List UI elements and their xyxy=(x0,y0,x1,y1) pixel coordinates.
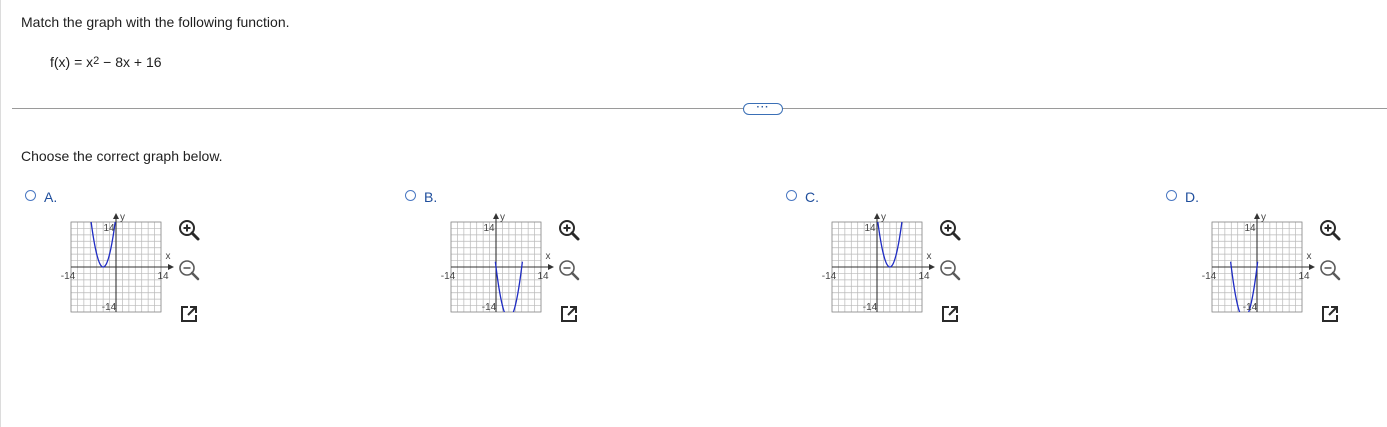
zoom-out-icon xyxy=(179,260,200,281)
option-d-radio[interactable] xyxy=(1166,190,1177,201)
option-d-graph: -14 14 x 14 -14 y xyxy=(1202,213,1315,313)
option-c-radio[interactable] xyxy=(786,190,797,201)
open-new-window-button[interactable] xyxy=(938,302,962,326)
x-axis-label: x xyxy=(166,251,171,262)
option-c: C. -14 14 x 14 -14 y xyxy=(786,186,996,336)
zoom-out-icon xyxy=(940,260,961,281)
y-max-label: 14 xyxy=(864,223,876,234)
option-a-radio[interactable] xyxy=(25,190,36,201)
x-axis-label: x xyxy=(927,251,932,262)
open-new-window-icon xyxy=(1322,306,1338,322)
y-axis-label: y xyxy=(1261,213,1266,223)
open-new-window-icon xyxy=(942,306,958,322)
y-max-label: 14 xyxy=(1244,223,1256,234)
x-max-label: 14 xyxy=(537,271,549,282)
option-b-radio[interactable] xyxy=(405,190,416,201)
zoom-in-icon xyxy=(179,220,200,241)
zoom-in-button[interactable] xyxy=(938,218,962,242)
option-b: B. -14 14 x 14 -14 y xyxy=(405,186,615,336)
function-exponent: 2 xyxy=(93,55,100,67)
y-min-label: -14 xyxy=(863,302,878,313)
zoom-in-button[interactable] xyxy=(177,218,201,242)
x-min-label: -14 xyxy=(61,271,76,282)
x-axis-arrow xyxy=(168,264,174,270)
left-border xyxy=(0,0,1,427)
zoom-out-button[interactable] xyxy=(938,258,962,282)
zoom-out-button[interactable] xyxy=(1318,258,1342,282)
y-min-label: -14 xyxy=(1243,302,1258,313)
open-new-window-button[interactable] xyxy=(1318,302,1342,326)
zoom-out-icon xyxy=(1320,260,1341,281)
option-c-label[interactable]: C. xyxy=(805,189,819,205)
function-expression: f(x) = x2 − 8x + 16 xyxy=(50,54,162,70)
open-new-window-icon xyxy=(561,306,577,322)
function-prefix: f(x) = x xyxy=(50,54,94,70)
zoom-in-icon xyxy=(559,220,580,241)
open-new-window-button[interactable] xyxy=(177,302,201,326)
option-b-label[interactable]: B. xyxy=(424,189,437,205)
zoom-in-button[interactable] xyxy=(1318,218,1342,242)
y-max-label: 14 xyxy=(103,223,115,234)
y-axis-arrow xyxy=(113,213,119,219)
y-min-label: -14 xyxy=(102,302,117,313)
x-max-label: 14 xyxy=(918,271,930,282)
option-d-label[interactable]: D. xyxy=(1185,189,1199,205)
option-a-graph: -14 14 x 14 -14 y xyxy=(61,213,174,313)
zoom-out-icon xyxy=(559,260,580,281)
x-min-label: -14 xyxy=(1202,271,1217,282)
question-text: Match the graph with the following funct… xyxy=(21,14,290,30)
x-axis-arrow xyxy=(929,264,935,270)
zoom-out-button[interactable] xyxy=(177,258,201,282)
open-new-window-icon xyxy=(181,306,197,322)
x-max-label: 14 xyxy=(1298,271,1310,282)
y-axis-label: y xyxy=(500,213,505,223)
x-max-label: 14 xyxy=(157,271,169,282)
x-axis-label: x xyxy=(546,251,551,262)
y-axis-label: y xyxy=(881,213,886,223)
option-d: D. -14 14 x 14 -14 y xyxy=(1166,186,1376,336)
section-divider xyxy=(12,108,1387,109)
x-axis-arrow xyxy=(548,264,554,270)
function-suffix: − 8x + 16 xyxy=(99,54,162,70)
option-a: A. -14 14 x 14 -14 y xyxy=(25,186,235,336)
option-b-graph: -14 14 x 14 -14 y xyxy=(441,213,554,313)
x-min-label: -14 xyxy=(822,271,837,282)
x-min-label: -14 xyxy=(441,271,456,282)
y-max-label: 14 xyxy=(483,223,495,234)
zoom-in-icon xyxy=(940,220,961,241)
answer-prompt: Choose the correct graph below. xyxy=(21,148,223,164)
zoom-in-icon xyxy=(1320,220,1341,241)
more-button[interactable]: ··· xyxy=(743,103,783,115)
y-axis-arrow xyxy=(874,213,880,219)
y-axis-arrow xyxy=(1254,213,1260,219)
open-new-window-button[interactable] xyxy=(557,302,581,326)
x-axis-arrow xyxy=(1309,264,1315,270)
zoom-out-button[interactable] xyxy=(557,258,581,282)
x-axis-label: x xyxy=(1307,251,1312,262)
y-axis-arrow xyxy=(493,213,499,219)
option-c-graph: -14 14 x 14 -14 y xyxy=(822,213,935,313)
option-a-label[interactable]: A. xyxy=(44,189,57,205)
zoom-in-button[interactable] xyxy=(557,218,581,242)
y-min-label: -14 xyxy=(482,302,497,313)
y-axis-label: y xyxy=(120,213,125,223)
